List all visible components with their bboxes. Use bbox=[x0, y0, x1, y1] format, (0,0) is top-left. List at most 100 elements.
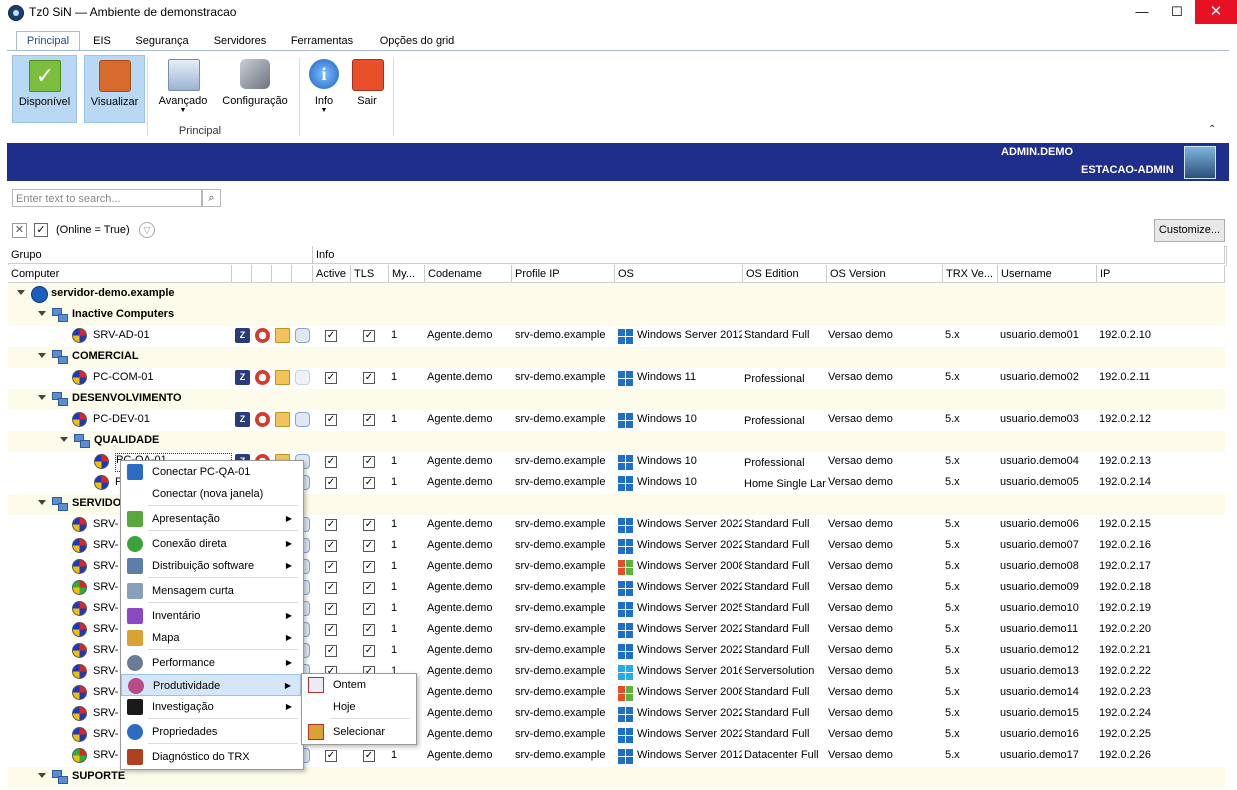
context-menu-item[interactable]: Produtividade ▶ bbox=[121, 674, 301, 696]
table-row[interactable]: COMERCIAL bbox=[8, 347, 1225, 368]
tls-checkbox[interactable]: ✓ bbox=[363, 561, 375, 573]
column-header[interactable]: Computer bbox=[8, 265, 232, 283]
table-row[interactable]: QUALIDADE bbox=[8, 431, 1225, 452]
expand-arrow-icon[interactable] bbox=[38, 311, 46, 316]
tls-checkbox[interactable]: ✓ bbox=[363, 582, 375, 594]
column-header[interactable]: Active bbox=[313, 265, 351, 283]
expand-arrow-icon[interactable] bbox=[17, 290, 25, 295]
column-header[interactable]: Username bbox=[998, 265, 1097, 283]
context-menu-item[interactable]: Mensagem curta bbox=[121, 580, 301, 602]
context-menu-item[interactable]: Mapa ▶ bbox=[121, 627, 301, 649]
tls-checkbox[interactable]: ✓ bbox=[363, 414, 375, 426]
column-header[interactable]: IP bbox=[1097, 265, 1225, 283]
context-menu-item[interactable]: Conectar (nova janela) bbox=[121, 483, 301, 505]
remote-z-icon[interactable]: Z bbox=[235, 370, 250, 385]
column-header[interactable]: Codename bbox=[425, 265, 512, 283]
tls-checkbox[interactable]: ✓ bbox=[363, 477, 375, 489]
tab-seguranca[interactable]: Segurança bbox=[128, 31, 196, 52]
tls-checkbox[interactable]: ✓ bbox=[363, 540, 375, 552]
column-header[interactable]: TLS bbox=[351, 265, 389, 283]
tls-checkbox[interactable]: ✓ bbox=[363, 750, 375, 762]
band-info[interactable]: Info bbox=[313, 246, 1225, 264]
context-menu-item[interactable]: Apresentação ▶ bbox=[121, 508, 301, 530]
search-input[interactable]: Enter text to search... bbox=[12, 189, 202, 207]
message-icon[interactable] bbox=[295, 328, 310, 343]
table-row[interactable]: SUPORTE bbox=[8, 767, 1225, 788]
column-header[interactable] bbox=[272, 265, 292, 283]
column-header[interactable]: My... bbox=[389, 265, 425, 283]
info-button[interactable]: i Info ▼ bbox=[306, 55, 342, 121]
message-icon[interactable] bbox=[295, 412, 310, 427]
column-header[interactable]: Profile IP bbox=[512, 265, 615, 283]
expand-arrow-icon[interactable] bbox=[38, 500, 46, 505]
context-menu-item[interactable]: Conexão direta ▶ bbox=[121, 533, 301, 555]
context-menu-item[interactable]: Investigação ▶ bbox=[121, 696, 301, 718]
submenu-item[interactable]: Selecionar bbox=[302, 721, 414, 743]
sair-button[interactable]: Sair bbox=[350, 55, 384, 121]
context-menu-item[interactable]: Distribuição software ▶ bbox=[121, 555, 301, 577]
remote-z-icon[interactable]: Z bbox=[235, 328, 250, 343]
collapse-ribbon-icon[interactable]: ⌃ bbox=[1208, 124, 1216, 135]
table-row[interactable]: SRV-AD-01 Z ✓ ✓ 1 Agente.demo srv-demo.example… bbox=[8, 326, 1225, 347]
tab-eis[interactable]: EIS bbox=[86, 31, 118, 52]
column-header[interactable] bbox=[232, 265, 252, 283]
search-icon[interactable]: ⌕ bbox=[202, 189, 221, 207]
active-checkbox[interactable]: ✓ bbox=[325, 603, 337, 615]
minimize-button[interactable]: — bbox=[1125, 0, 1159, 24]
avancado-button[interactable]: Avançado ▼ bbox=[155, 55, 211, 121]
tls-checkbox[interactable]: ✓ bbox=[363, 603, 375, 615]
column-header[interactable]: TRX Ve... bbox=[943, 265, 998, 283]
table-row[interactable]: Inactive Computers bbox=[8, 305, 1225, 326]
tab-opcoes-grid[interactable]: Opções do grid bbox=[372, 31, 462, 52]
message-icon[interactable] bbox=[295, 370, 310, 385]
tls-checkbox[interactable]: ✓ bbox=[363, 624, 375, 636]
filter-funnel-icon[interactable]: ▽ bbox=[139, 222, 155, 238]
column-header[interactable] bbox=[252, 265, 272, 283]
active-checkbox[interactable]: ✓ bbox=[325, 750, 337, 762]
column-header[interactable]: OS bbox=[615, 265, 743, 283]
context-menu-item[interactable]: Conectar PC-QA-01 bbox=[121, 461, 301, 483]
computer-name[interactable]: PC-COM-01 bbox=[93, 371, 232, 383]
submenu-item[interactable]: Ontem bbox=[302, 674, 414, 696]
lifebuoy-icon[interactable] bbox=[255, 328, 270, 343]
context-menu-item[interactable]: Propriedades bbox=[121, 721, 301, 743]
active-checkbox[interactable]: ✓ bbox=[325, 624, 337, 636]
tls-checkbox[interactable]: ✓ bbox=[363, 519, 375, 531]
column-header[interactable]: OS Version bbox=[827, 265, 943, 283]
lifebuoy-icon[interactable] bbox=[255, 412, 270, 427]
disponivel-button[interactable]: ✓ Disponível bbox=[12, 55, 77, 123]
context-menu-item[interactable]: Performance ▶ bbox=[121, 652, 301, 674]
active-checkbox[interactable]: ✓ bbox=[325, 477, 337, 489]
expand-arrow-icon[interactable] bbox=[38, 353, 46, 358]
band-grupo[interactable]: Grupo bbox=[8, 246, 313, 264]
customize-button[interactable]: Customize... bbox=[1154, 219, 1225, 242]
remote-z-icon[interactable]: Z bbox=[235, 412, 250, 427]
lifebuoy-icon[interactable] bbox=[255, 370, 270, 385]
active-checkbox[interactable]: ✓ bbox=[325, 561, 337, 573]
filter-enabled-checkbox[interactable]: ✓ bbox=[34, 223, 48, 237]
active-checkbox[interactable]: ✓ bbox=[325, 330, 337, 342]
table-row[interactable]: DESENVOLVIMENTO bbox=[8, 389, 1225, 410]
column-header[interactable]: OS Edition bbox=[743, 265, 827, 283]
expand-arrow-icon[interactable] bbox=[60, 437, 68, 442]
clear-filter-icon[interactable]: ✕ bbox=[12, 223, 27, 238]
active-checkbox[interactable]: ✓ bbox=[325, 645, 337, 657]
expand-arrow-icon[interactable] bbox=[38, 395, 46, 400]
computer-name[interactable]: PC-DEV-01 bbox=[93, 413, 232, 425]
active-checkbox[interactable]: ✓ bbox=[325, 372, 337, 384]
tls-checkbox[interactable]: ✓ bbox=[363, 645, 375, 657]
context-menu-item[interactable]: Inventário ▶ bbox=[121, 605, 301, 627]
configuracao-button[interactable]: Configuração bbox=[220, 55, 290, 121]
visualizar-button[interactable]: Visualizar bbox=[84, 55, 145, 123]
active-checkbox[interactable]: ✓ bbox=[325, 519, 337, 531]
table-row[interactable]: servidor-demo.example bbox=[8, 284, 1225, 305]
table-row[interactable]: PC-DEV-01 Z ✓ ✓ 1 Agente.demo srv-demo.example… bbox=[8, 410, 1225, 431]
table-row[interactable]: PC-COM-01 Z ✓ ✓ 1 Agente.demo srv-demo.example… bbox=[8, 368, 1225, 389]
tab-ferramentas[interactable]: Ferramentas bbox=[284, 31, 360, 52]
submenu-item[interactable]: Hoje bbox=[302, 696, 414, 718]
maximize-button[interactable]: ☐ bbox=[1160, 0, 1194, 24]
tls-checkbox[interactable]: ✓ bbox=[363, 456, 375, 468]
folder-icon[interactable] bbox=[275, 370, 290, 385]
active-checkbox[interactable]: ✓ bbox=[325, 414, 337, 426]
active-checkbox[interactable]: ✓ bbox=[325, 456, 337, 468]
